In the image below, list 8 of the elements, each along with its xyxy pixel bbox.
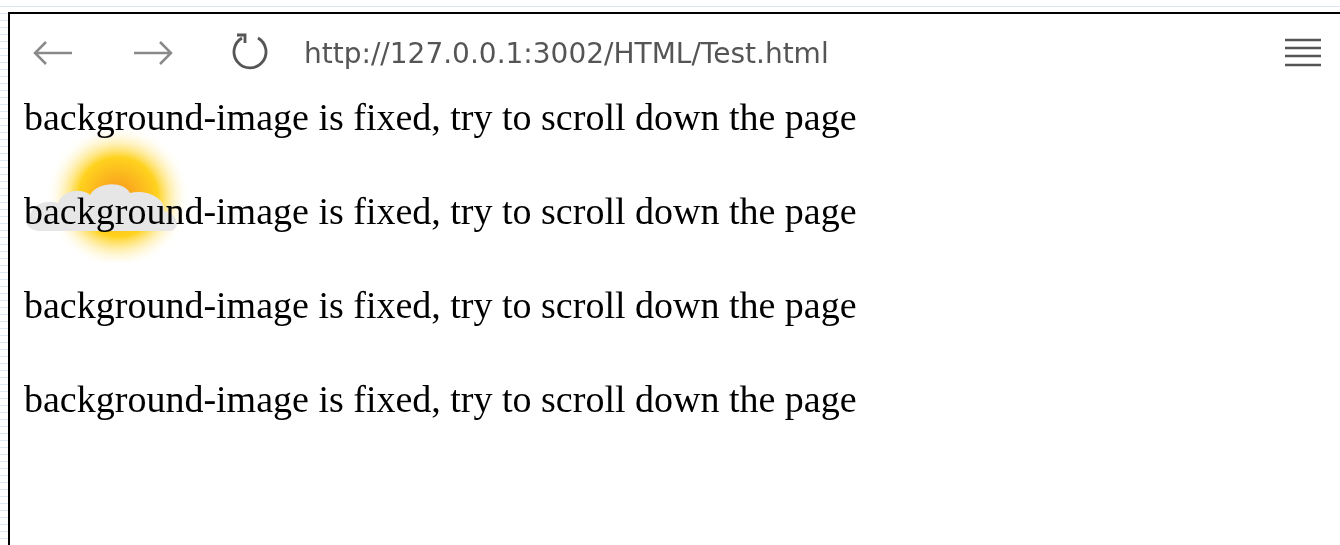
menu-icon[interactable]	[1284, 37, 1322, 69]
text-line: background-image is fixed, try to scroll down the page	[24, 96, 858, 138]
text-line: background-image is fixed, try to scroll down the page	[24, 284, 858, 326]
text-line: background-image is fixed, try to scroll down the page	[24, 378, 858, 420]
text-line: background-image is fixed, try to scroll down the page	[24, 190, 858, 232]
forward-arrow-icon[interactable]	[132, 40, 174, 66]
back-arrow-icon[interactable]	[32, 40, 74, 66]
address-bar-url[interactable]: http://127.0.0.1:3002/HTML/Test.html	[304, 36, 829, 70]
